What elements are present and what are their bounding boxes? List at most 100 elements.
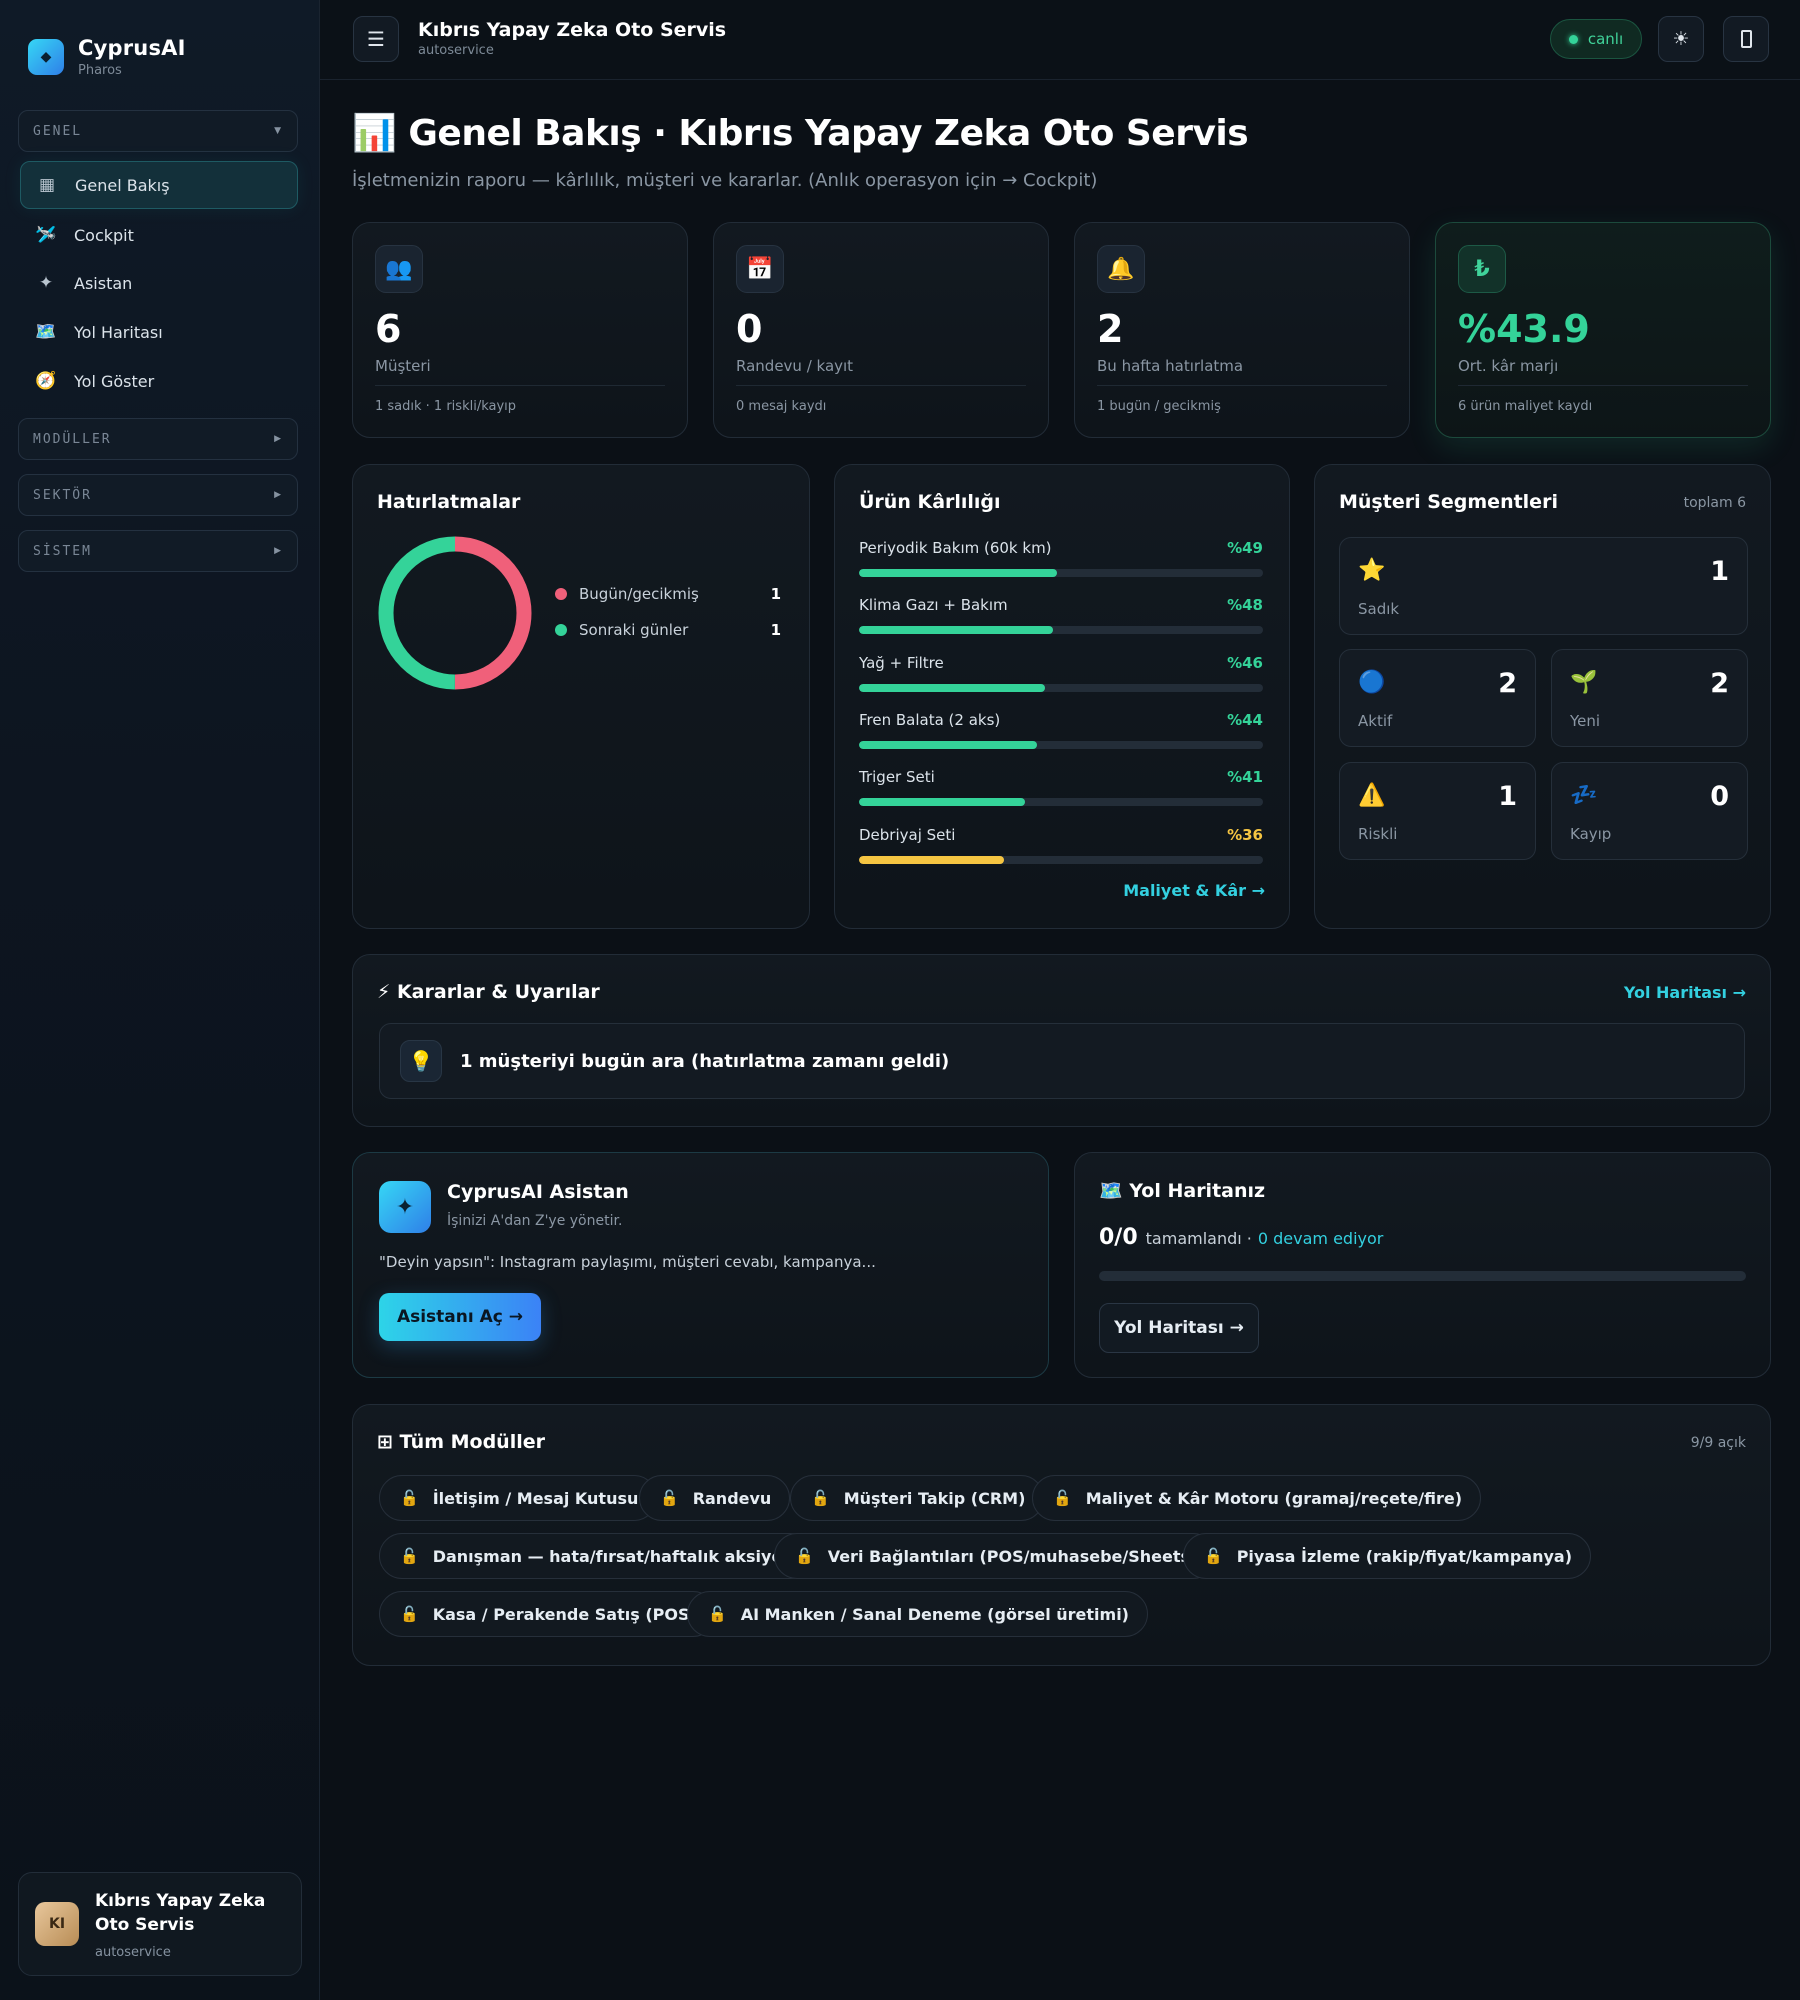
- kpi-card-margin[interactable]: ₺ %43.9 Ort. kâr marjı 6 ürün maliyet ka…: [1435, 222, 1771, 438]
- segment-label: Riskli: [1358, 825, 1398, 843]
- lock-open-icon: 🔓: [660, 1489, 679, 1507]
- lock-open-icon: 🔓: [1053, 1489, 1072, 1507]
- sidebar-item-label: Cockpit: [74, 225, 134, 245]
- product-row: Fren Balata (2 aks) %44: [859, 711, 1263, 749]
- kpi-card-reminders[interactable]: 🔔 2 Bu hafta hatırlatma 1 bugün / gecikm…: [1074, 222, 1410, 438]
- compass-icon: 🧭: [35, 371, 57, 391]
- module-chip[interactable]: 🔓 Piyasa İzleme (rakip/fiyat/kampanya): [1183, 1533, 1591, 1579]
- product-name: Triger Seti: [859, 768, 935, 786]
- lock-open-icon: 🔓: [708, 1605, 727, 1623]
- user-name: Kıbrıs Yapay Zeka Oto Servis: [95, 1890, 266, 1935]
- roadmap-link[interactable]: Yol Haritası →: [1624, 983, 1746, 1002]
- sidebar-item-yol-goster[interactable]: 🧭 Yol Göster: [20, 357, 298, 405]
- kpi-card-customers[interactable]: 👥 6 Müşteri 1 sadık · 1 riskli/kayıp: [352, 222, 688, 438]
- kpi-foot: 1 sadık · 1 riskli/kayıp: [375, 399, 517, 414]
- legend-label: Bugün/gecikmiş: [579, 585, 699, 603]
- roadmap-count: 0/0: [1099, 1225, 1138, 1250]
- segment-card-risky[interactable]: ⚠️ 1 Riskli: [1339, 762, 1536, 860]
- nav-group-label: SİSTEM: [33, 543, 92, 559]
- kpi-value: 0: [736, 307, 763, 351]
- module-chip[interactable]: 🔓 Kasa / Perakende Satış (POS): [379, 1591, 716, 1637]
- nav-group-sistem[interactable]: SİSTEM ▶: [18, 530, 298, 572]
- divider: [736, 385, 1026, 386]
- seedling-icon: 🌱: [1570, 670, 1598, 695]
- legend-item-today: Bugün/gecikmiş 1: [555, 585, 781, 603]
- sidebar-item-label: Genel Bakış: [75, 175, 170, 195]
- menu-toggle-button[interactable]: ☰: [353, 16, 399, 62]
- assistant-title: CyprusAI Asistan: [447, 1181, 629, 1203]
- open-assistant-button[interactable]: Asistanı Aç →: [379, 1293, 541, 1341]
- module-label: Danışman — hata/fırsat/haftalık aksiyon: [432, 1546, 794, 1566]
- module-chip[interactable]: 🔓 AI Manken / Sanal Deneme (görsel üretim…: [687, 1591, 1148, 1637]
- chevron-down-icon: ▼: [274, 126, 281, 136]
- theme-toggle-button[interactable]: ☀: [1658, 16, 1704, 62]
- margin-bar-fill: [859, 569, 1057, 577]
- product-row: Debriyaj Seti %36: [859, 826, 1263, 864]
- segment-card-active[interactable]: 🔵 2 Aktif: [1339, 649, 1536, 747]
- assistant-sub: İşinizi A'dan Z'ye yönetir.: [447, 1213, 623, 1229]
- segment-value: 1: [1498, 781, 1517, 812]
- people-icon: 👥: [375, 245, 423, 293]
- cost-profit-link[interactable]: Maliyet & Kâr →: [1123, 881, 1265, 900]
- margin-bar-fill: [859, 856, 1005, 864]
- live-dot-icon: [1568, 34, 1578, 44]
- card-title: ⊞ Tüm Modüller: [377, 1431, 545, 1453]
- lira-icon: ₺: [1458, 245, 1506, 293]
- module-chip[interactable]: 🔓 İletişim / Mesaj Kutusu: [379, 1475, 658, 1521]
- sidebar-item-cockpit[interactable]: 🛩️ Cockpit: [20, 211, 298, 259]
- nav-group-label: GENEL: [33, 123, 83, 139]
- segment-value: 1: [1710, 556, 1729, 587]
- alert-item[interactable]: 💡 1 müşteriyi bugün ara (hatırlatma zama…: [379, 1023, 1745, 1099]
- product-row: Klima Gazı + Bakım %48: [859, 596, 1263, 634]
- warning-icon: ⚠️: [1358, 783, 1386, 808]
- legend-value: 1: [770, 621, 781, 639]
- legend-dot-icon: [555, 588, 567, 600]
- module-chip[interactable]: 🔓 Randevu: [639, 1475, 791, 1521]
- margin-bar-track: [859, 741, 1263, 749]
- page-subtitle: İşletmenizin raporu — kârlılık, müşteri …: [352, 170, 1098, 191]
- chevron-right-icon: ▶: [274, 434, 281, 444]
- nav-group-sektor[interactable]: SEKTÖR ▶: [18, 474, 298, 516]
- segment-card-loyal[interactable]: ⭐ 1 Sadık: [1339, 537, 1748, 635]
- hamburger-icon: ☰: [367, 27, 385, 51]
- lock-open-icon: 🔓: [795, 1547, 814, 1565]
- kpi-value: 2: [1097, 307, 1124, 351]
- segment-card-new[interactable]: 🌱 2 Yeni: [1551, 649, 1748, 747]
- nav-group-moduller[interactable]: MODÜLLER ▶: [18, 418, 298, 460]
- product-margin: %44: [1227, 711, 1263, 729]
- legend-dot-icon: [555, 624, 567, 636]
- roadmap-button[interactable]: Yol Haritası →: [1099, 1303, 1259, 1353]
- module-chip[interactable]: 🔓 Veri Bağlantıları (POS/muhasebe/Sheets): [774, 1533, 1217, 1579]
- blue-circle-icon: 🔵: [1358, 670, 1386, 695]
- brand[interactable]: ◆ CyprusAI Pharos: [28, 36, 186, 78]
- chevron-right-icon: ▶: [274, 546, 281, 556]
- margin-bar-track: [859, 798, 1263, 806]
- product-name: Yağ + Filtre: [859, 654, 944, 672]
- product-margin: %49: [1227, 539, 1263, 557]
- kpi-label: Müşteri: [375, 357, 431, 375]
- nav-group-label: SEKTÖR: [33, 487, 92, 503]
- kpi-value: 6: [375, 307, 402, 351]
- card-title: Ürün Kârlılığı: [859, 491, 1001, 513]
- alert-text: 1 müşteriyi bugün ara (hatırlatma zamanı…: [460, 1050, 950, 1072]
- module-chip[interactable]: 🔓 Maliyet & Kâr Motoru (gramaj/reçete/fir…: [1032, 1475, 1482, 1521]
- module-chip[interactable]: 🔓 Müşteri Takip (CRM): [790, 1475, 1045, 1521]
- calendar-icon: 📅: [736, 245, 784, 293]
- nav-group-label: MODÜLLER: [33, 431, 112, 447]
- product-row: Yağ + Filtre %46: [859, 654, 1263, 692]
- sidebar-item-asistan[interactable]: ✦ Asistan: [20, 259, 298, 307]
- sidebar-item-genel-bakis[interactable]: ▦ Genel Bakış: [20, 161, 298, 209]
- device-button[interactable]: [1723, 16, 1769, 62]
- user-card[interactable]: KI Kıbrıs Yapay Zeka Oto Servis autoserv…: [18, 1872, 302, 1976]
- nav-group-genel[interactable]: GENEL ▼: [18, 110, 298, 152]
- margin-bar-fill: [859, 626, 1053, 634]
- segment-value: 0: [1710, 781, 1729, 812]
- lock-open-icon: 🔓: [400, 1605, 419, 1623]
- lightbulb-icon: 💡: [400, 1040, 442, 1082]
- kpi-foot: 0 mesaj kaydı: [736, 399, 827, 414]
- segment-card-lost[interactable]: 💤 0 Kayıp: [1551, 762, 1748, 860]
- sidebar-item-yol-haritasi[interactable]: 🗺️ Yol Haritası: [20, 308, 298, 356]
- product-name: Fren Balata (2 aks): [859, 711, 1001, 729]
- kpi-card-appointments[interactable]: 📅 0 Randevu / kayıt 0 mesaj kaydı: [713, 222, 1049, 438]
- module-chip[interactable]: 🔓 Danışman — hata/fırsat/haftalık aksiyon: [379, 1533, 813, 1579]
